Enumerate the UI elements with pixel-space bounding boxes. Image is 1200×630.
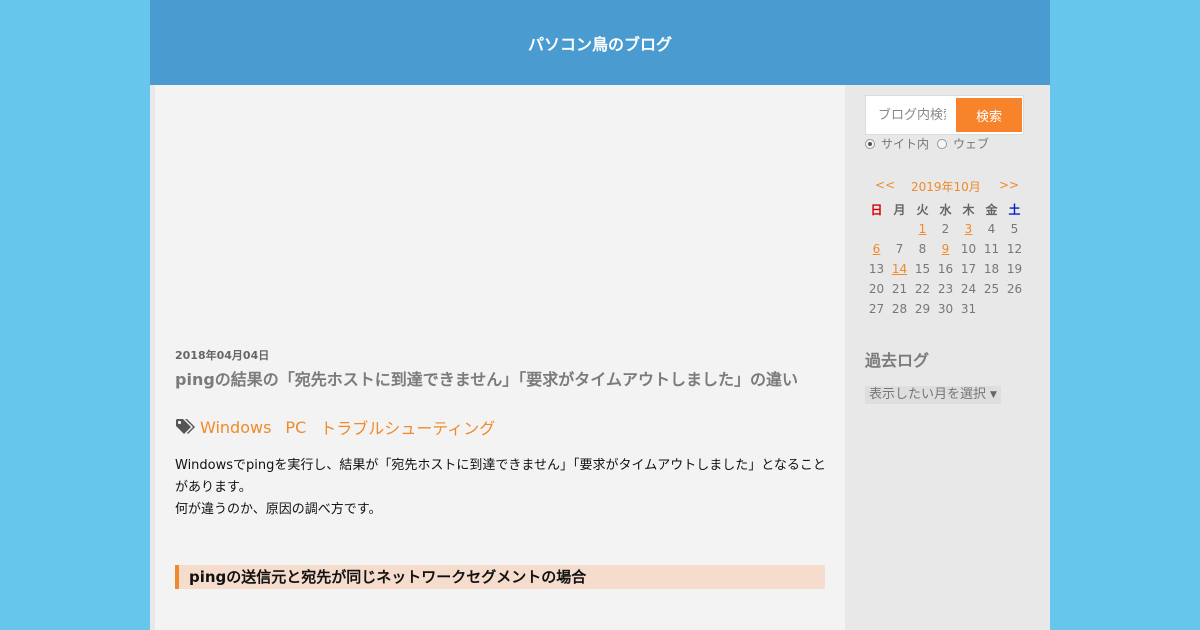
weekday-wed: 水 — [939, 202, 952, 217]
calendar-day: 26 — [1006, 282, 1023, 296]
section-heading: pingの送信元と宛先が同じネットワークセグメントの場合 — [175, 565, 825, 589]
calendar-week-row: 6 7 8 9 10 11 12 — [865, 239, 1026, 259]
calendar-day: 28 — [891, 302, 908, 316]
calendar-empty-cell — [888, 219, 911, 239]
calendar-day: 18 — [983, 262, 1000, 276]
tag-link-windows[interactable]: Windows — [200, 418, 271, 437]
calendar-day: 13 — [868, 262, 885, 276]
page-container: パソコン鳥のブログ 2018年04月04日 pingの結果の「宛先ホストに到達で… — [150, 0, 1050, 630]
calendar-week-row: 12 345 — [865, 219, 1026, 239]
post-title: pingの結果の「宛先ホストに到達できません」「要求がタイムアウトしました」の違… — [175, 370, 798, 389]
tag-link-troubleshooting[interactable]: トラブルシューティング — [320, 415, 495, 439]
calendar-empty-cell — [1003, 299, 1026, 319]
calendar-day: 21 — [891, 282, 908, 296]
archive-heading: 過去ログ — [865, 351, 930, 370]
post-intro: Windowsでpingを実行し、結果が「宛先ホストに到達できません」「要求がタ… — [175, 455, 830, 521]
scope-web-radio[interactable] — [937, 138, 948, 149]
calendar-day: 11 — [983, 242, 1000, 256]
calendar-day: 23 — [937, 282, 954, 296]
calendar-day: 15 — [914, 262, 931, 276]
calendar-nav: << 2019年10月 >> — [865, 178, 1027, 194]
calendar-day: 3 — [957, 219, 980, 239]
calendar-week-row: 20 21 22 23 24 25 26 — [865, 279, 1026, 299]
intro-line: Windowsでpingを実行し、結果が「宛先ホストに到達できません」「要求がタ… — [175, 458, 826, 473]
calendar-day-link[interactable]: 3 — [965, 222, 973, 236]
calendar-empty-cell — [865, 219, 888, 239]
calendar-day: 22 — [914, 282, 931, 296]
calendar-empty-cell — [980, 299, 1003, 319]
tag-link-pc[interactable]: PC — [285, 418, 306, 437]
calendar-day: 30 — [937, 302, 954, 316]
calendar-day-link[interactable]: 1 — [919, 222, 927, 236]
calendar-day-link[interactable]: 14 — [892, 262, 907, 276]
scope-site-radio[interactable] — [865, 138, 875, 149]
weekday-sat: 土 — [1008, 202, 1021, 217]
post-tags: Windows PC トラブルシューティング — [175, 416, 509, 438]
main-content: 2018年04月04日 pingの結果の「宛先ホストに到達できません」「要求がタ… — [155, 85, 845, 630]
weekday-thu: 木 — [962, 202, 975, 217]
calendar-day: 5 — [1010, 222, 1019, 236]
calendar-day: 9 — [934, 239, 957, 259]
search-scope: サイト内 ウェブ — [865, 135, 997, 152]
calendar-day: 6 — [865, 239, 888, 259]
search-button[interactable]: 検索 — [956, 98, 1022, 132]
search-input[interactable] — [870, 100, 954, 130]
weekday-mon: 月 — [893, 202, 906, 217]
weekday-tue: 火 — [916, 202, 929, 217]
calendar-day: 17 — [960, 262, 977, 276]
intro-line: 何が違うのか、原因の調べ方です。 — [175, 502, 382, 517]
calendar-day: 27 — [868, 302, 885, 316]
calendar-week-row: 13 14 15 16 17 18 19 — [865, 259, 1026, 279]
calendar-day: 4 — [987, 222, 996, 236]
scope-site-label[interactable]: サイト内 — [881, 135, 929, 152]
calendar-week-row: 27 28 29 30 31 — [865, 299, 1026, 319]
calendar-day-link[interactable]: 6 — [873, 242, 881, 256]
calendar-day: 29 — [914, 302, 931, 316]
ad-space — [175, 95, 825, 340]
calendar-day: 1 — [911, 219, 934, 239]
intro-line: があります。 — [175, 480, 252, 495]
post-date: 2018年04月04日 — [175, 349, 270, 362]
calendar-day: 7 — [895, 242, 904, 256]
site-title-link[interactable]: パソコン鳥のブログ — [528, 31, 672, 55]
weekday-sun: 日 — [870, 202, 883, 217]
search-box: 検索 — [865, 95, 1024, 135]
scope-web-label[interactable]: ウェブ — [953, 135, 989, 152]
calendar-day: 31 — [960, 302, 977, 316]
weekday-fri: 金 — [985, 202, 998, 217]
calendar-day: 19 — [1006, 262, 1023, 276]
calendar-day: 20 — [868, 282, 885, 296]
calendar-body: 1 2 3 4 5 6 7 8 9 10 11 12 13 14 15 16 17 18 19 20 21 22 23 24 2… — [865, 219, 1026, 319]
calendar-day: 10 — [960, 242, 977, 256]
calendar-day: 12 — [1006, 242, 1023, 256]
calendar-day: 25 — [983, 282, 1000, 296]
archive-select-label: 表示したい月を選択 — [869, 387, 987, 402]
chevron-down-icon: ▼ — [990, 390, 997, 400]
calendar-day: 14 — [888, 259, 911, 279]
calendar-day: 16 — [937, 262, 954, 276]
calendar-day: 8 — [918, 242, 927, 256]
calendar-weekday-row: 日 月 火 水 木 金 土 — [865, 199, 1026, 219]
site-header: パソコン鳥のブログ — [150, 0, 1050, 85]
calendar-month-link[interactable]: 2019年10月 — [911, 178, 981, 195]
calendar-day: 2 — [941, 222, 950, 236]
calendar-next-link[interactable]: >> — [999, 178, 1019, 192]
sidebar: 検索 サイト内 ウェブ << 2019年10月 >> 日 月 火 水 木 金 — [865, 85, 1050, 630]
calendar-day: 24 — [960, 282, 977, 296]
calendar-prev-link[interactable]: << — [875, 178, 895, 192]
calendar-day-link[interactable]: 9 — [942, 242, 950, 256]
archive-month-select[interactable]: 表示したい月を選択 ▼ — [865, 386, 1001, 404]
tags-icon — [176, 419, 195, 434]
calendar: 日 月 火 水 木 金 土 1 2 3 4 5 6 7 8 9 10 11 12 13 14 15 16 17 1… — [865, 199, 1026, 319]
